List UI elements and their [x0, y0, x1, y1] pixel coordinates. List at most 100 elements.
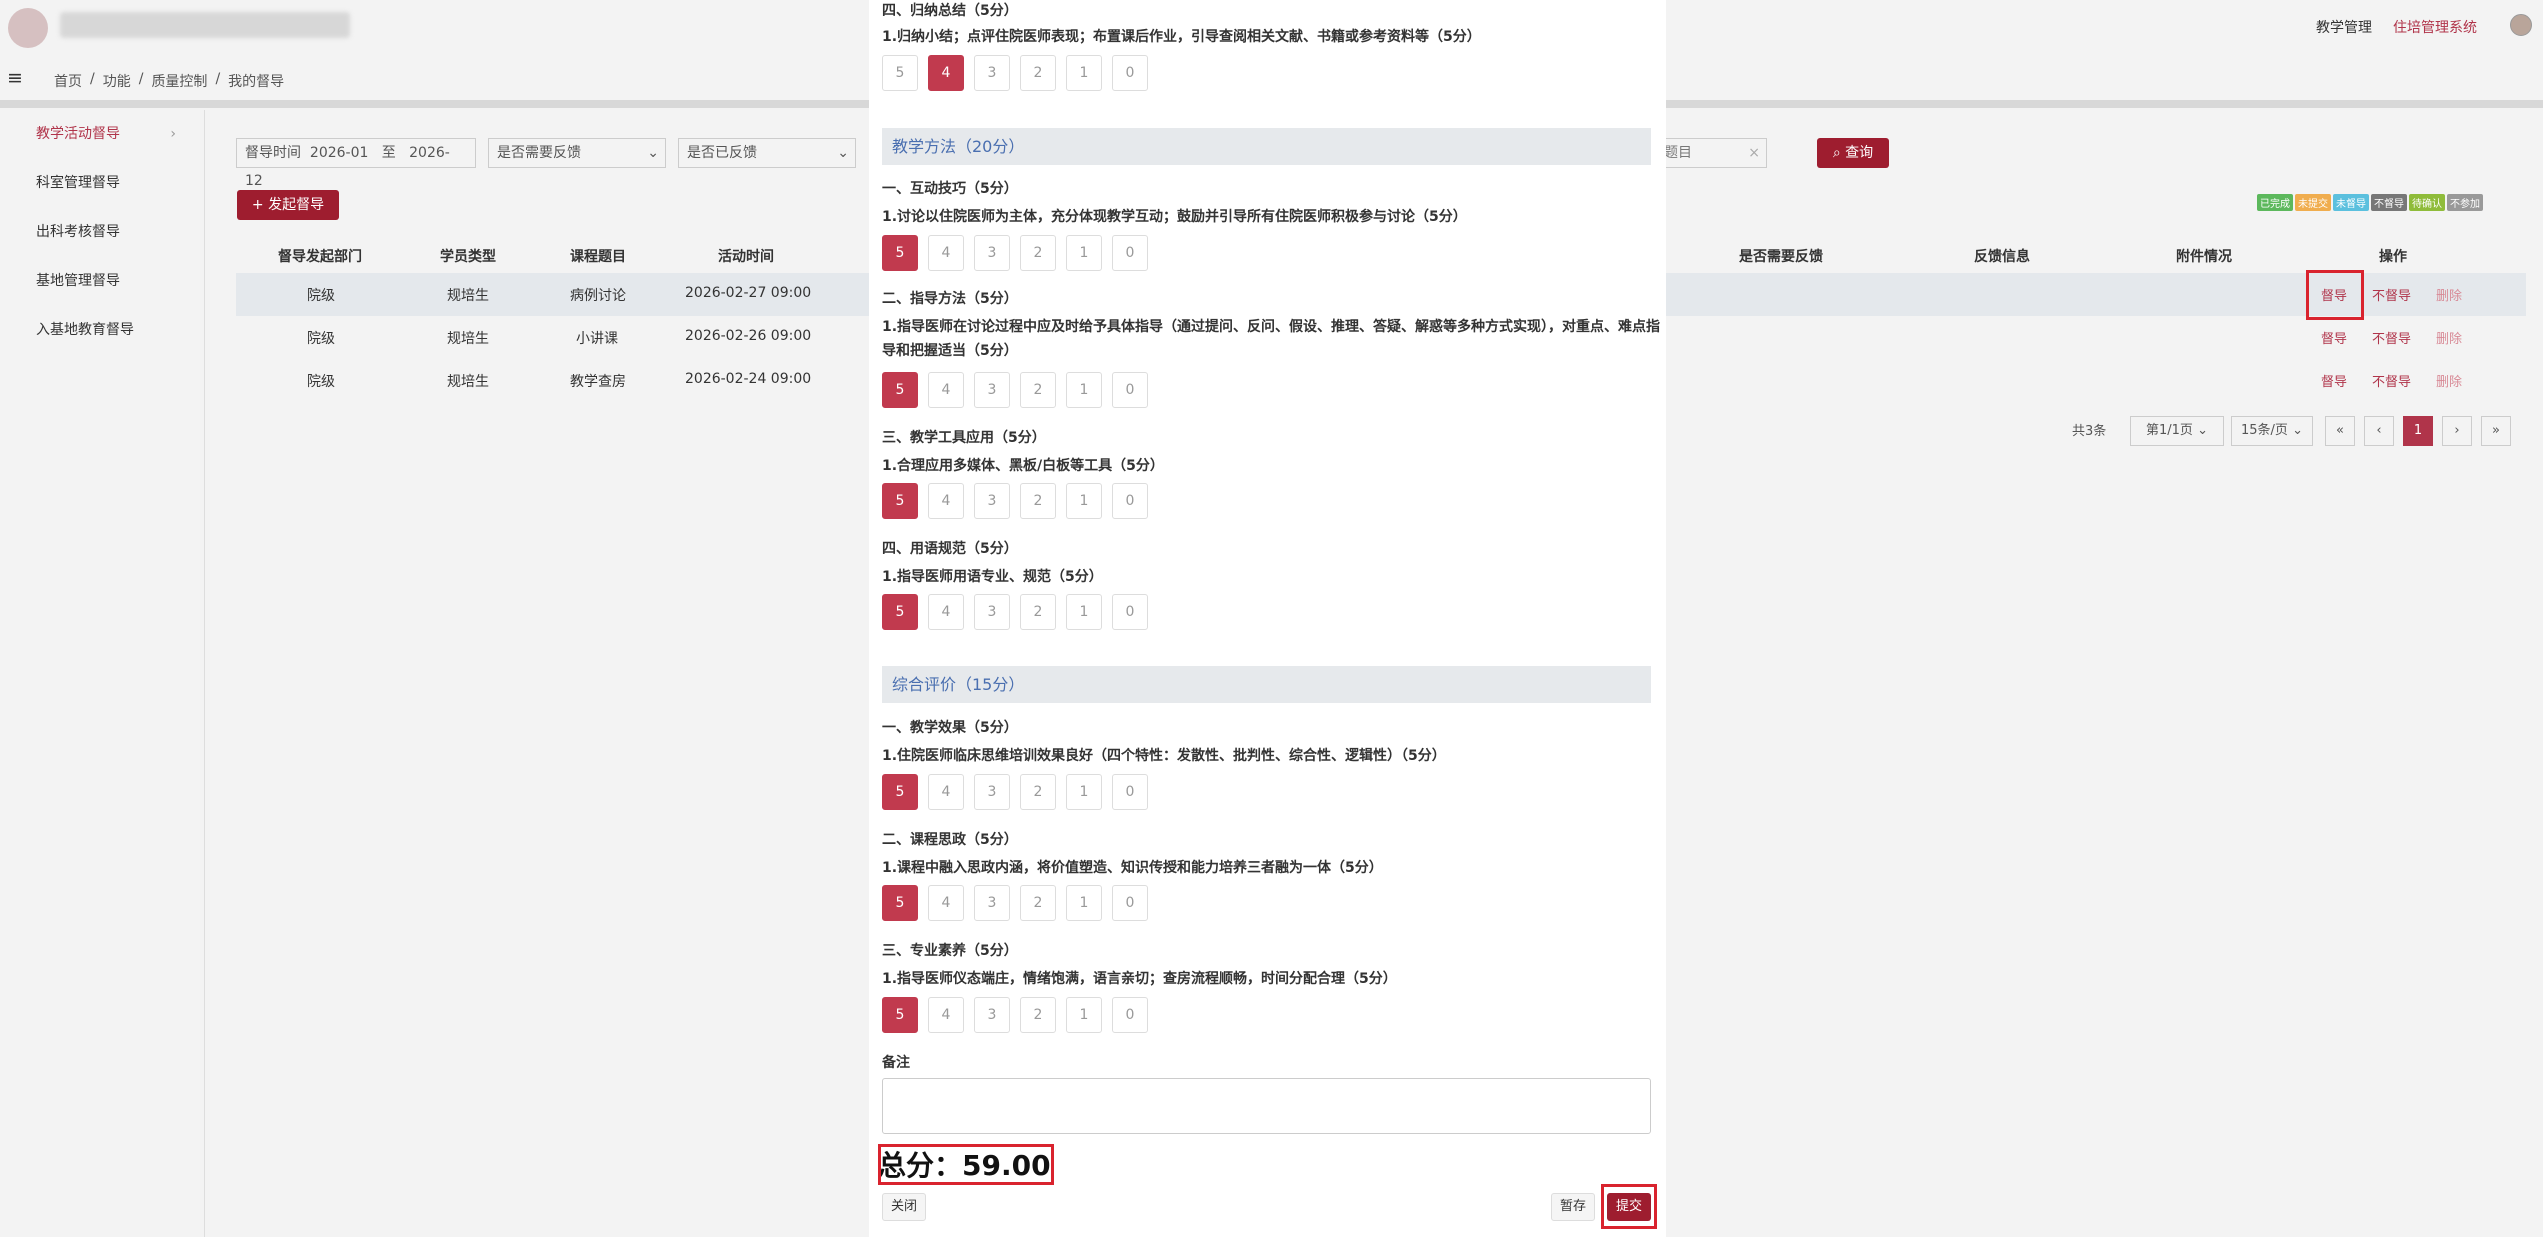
- score-option-1[interactable]: 1: [1066, 483, 1102, 519]
- category-title: 二、课程思政（5分）: [882, 832, 1018, 848]
- supervise-link[interactable]: 督导: [2321, 371, 2347, 390]
- next-page-button[interactable]: ›: [2442, 416, 2472, 446]
- search-button-label: 查询: [1845, 145, 1874, 161]
- remark-textarea[interactable]: [882, 1078, 1651, 1134]
- page-size-select[interactable]: 15条/页 ⌄: [2231, 416, 2313, 446]
- score-option-4[interactable]: 4: [928, 885, 964, 921]
- category-title: 一、互动技巧（5分）: [882, 181, 1018, 197]
- score-option-2[interactable]: 2: [1020, 594, 1056, 630]
- score-option-1[interactable]: 1: [1066, 997, 1102, 1033]
- score-option-1[interactable]: 1: [1066, 594, 1102, 630]
- need-feedback-select[interactable]: 是否需要反馈 ⌄: [488, 138, 666, 168]
- score-option-4[interactable]: 4: [928, 594, 964, 630]
- score-option-1[interactable]: 1: [1066, 372, 1102, 408]
- legend-not-attend: 不参加: [2447, 194, 2483, 211]
- breadcrumb-home[interactable]: 首页: [54, 71, 82, 91]
- last-page-button[interactable]: »: [2481, 416, 2511, 446]
- score-option-3[interactable]: 3: [974, 997, 1010, 1033]
- first-page-button[interactable]: «: [2325, 416, 2355, 446]
- avatar[interactable]: [2510, 14, 2532, 36]
- sidebar-item-base-management[interactable]: 基地管理督导: [0, 257, 204, 306]
- page-1-button[interactable]: 1: [2403, 416, 2433, 446]
- sidebar-item-exit-exam[interactable]: 出科考核督导: [0, 208, 204, 257]
- score-option-3[interactable]: 3: [974, 55, 1010, 91]
- search-icon: ⌕: [1832, 145, 1841, 161]
- score-option-4[interactable]: 4: [928, 55, 964, 91]
- score-option-0[interactable]: 0: [1112, 372, 1148, 408]
- nav-residency-system[interactable]: 住培管理系统: [2393, 17, 2477, 37]
- score-option-0[interactable]: 0: [1112, 483, 1148, 519]
- page-size-value: 15条/页: [2241, 423, 2288, 438]
- sidebar-item-entry-education[interactable]: 入基地教育督导: [0, 306, 204, 355]
- score-option-0[interactable]: 0: [1112, 235, 1148, 271]
- score-option-3[interactable]: 3: [974, 372, 1010, 408]
- clear-icon[interactable]: ×: [1748, 139, 1760, 167]
- score-option-4[interactable]: 4: [928, 483, 964, 519]
- no-supervise-link[interactable]: 不督导: [2372, 328, 2411, 347]
- score-option-5[interactable]: 5: [882, 235, 918, 271]
- score-option-1[interactable]: 1: [1066, 885, 1102, 921]
- nav-teaching-management[interactable]: 教学管理: [2316, 17, 2372, 37]
- score-option-5[interactable]: 5: [882, 997, 918, 1033]
- sidebar-item-teaching-activity[interactable]: 教学活动督导 ›: [0, 110, 204, 159]
- time-range-filter[interactable]: 督导时间 2026-01 至 2026-12: [236, 138, 476, 189]
- score-option-0[interactable]: 0: [1112, 774, 1148, 810]
- score-option-4[interactable]: 4: [928, 997, 964, 1033]
- score-option-3[interactable]: 3: [974, 885, 1010, 921]
- score-option-0[interactable]: 0: [1112, 885, 1148, 921]
- score-option-5[interactable]: 5: [882, 774, 918, 810]
- score-option-3[interactable]: 3: [974, 235, 1010, 271]
- close-button[interactable]: 关闭: [882, 1193, 926, 1221]
- score-option-1[interactable]: 1: [1066, 235, 1102, 271]
- score-option-4[interactable]: 4: [928, 372, 964, 408]
- prev-page-button[interactable]: ‹: [2364, 416, 2394, 446]
- page-select[interactable]: 第1/1页 ⌄: [2130, 416, 2224, 446]
- score-option-2[interactable]: 2: [1020, 483, 1056, 519]
- score-option-2[interactable]: 2: [1020, 235, 1056, 271]
- score-option-2[interactable]: 2: [1020, 372, 1056, 408]
- score-option-3[interactable]: 3: [974, 483, 1010, 519]
- score-option-2[interactable]: 2: [1020, 885, 1056, 921]
- no-supervise-link[interactable]: 不督导: [2372, 285, 2411, 304]
- score-option-5[interactable]: 5: [882, 372, 918, 408]
- breadcrumb-function[interactable]: 功能: [103, 71, 131, 91]
- legend-not-supervised: 未督导: [2333, 194, 2369, 211]
- time-start-input[interactable]: 2026-01: [310, 145, 369, 161]
- save-draft-button[interactable]: 暂存: [1551, 1193, 1595, 1221]
- delete-link[interactable]: 删除: [2436, 371, 2462, 390]
- delete-link[interactable]: 删除: [2436, 328, 2462, 347]
- score-option-4[interactable]: 4: [928, 235, 964, 271]
- delete-link[interactable]: 删除: [2436, 285, 2462, 304]
- breadcrumb-quality[interactable]: 质量控制: [151, 71, 207, 91]
- category-title: 三、专业素养（5分）: [882, 943, 1018, 959]
- score-option-0[interactable]: 0: [1112, 55, 1148, 91]
- score-option-1[interactable]: 1: [1066, 55, 1102, 91]
- score-option-2[interactable]: 2: [1020, 997, 1056, 1033]
- score-option-4[interactable]: 4: [928, 774, 964, 810]
- chevron-down-icon: ⌄: [2197, 423, 2208, 438]
- score-option-0[interactable]: 0: [1112, 997, 1148, 1033]
- topic-search-input[interactable]: 题目 ×: [1655, 138, 1767, 168]
- score-option-1[interactable]: 1: [1066, 774, 1102, 810]
- breadcrumb: 首页 / 功能 / 质量控制 / 我的督导: [54, 71, 284, 91]
- supervise-link[interactable]: 督导: [2321, 328, 2347, 347]
- score-option-5[interactable]: 5: [882, 594, 918, 630]
- sidebar-item-dept-management[interactable]: 科室管理督导: [0, 159, 204, 208]
- cell-type: 规培生: [447, 374, 489, 390]
- score-option-2[interactable]: 2: [1020, 774, 1056, 810]
- no-supervise-link[interactable]: 不督导: [2372, 371, 2411, 390]
- score-option-5[interactable]: 5: [882, 55, 918, 91]
- search-button[interactable]: ⌕ 查询: [1817, 138, 1889, 168]
- add-supervision-button[interactable]: + 发起督导: [237, 190, 339, 220]
- score-option-2[interactable]: 2: [1020, 55, 1056, 91]
- score-option-5[interactable]: 5: [882, 483, 918, 519]
- score-option-3[interactable]: 3: [974, 774, 1010, 810]
- score-option-5[interactable]: 5: [882, 885, 918, 921]
- legend-completed: 已完成: [2257, 194, 2293, 211]
- menu-toggle-icon[interactable]: ≡: [7, 69, 23, 88]
- score-option-3[interactable]: 3: [974, 594, 1010, 630]
- breadcrumb-sep: /: [215, 71, 221, 87]
- cell-time: 2026-02-27 09:00: [685, 285, 812, 301]
- has-feedback-select[interactable]: 是否已反馈 ⌄: [678, 138, 856, 168]
- score-option-0[interactable]: 0: [1112, 594, 1148, 630]
